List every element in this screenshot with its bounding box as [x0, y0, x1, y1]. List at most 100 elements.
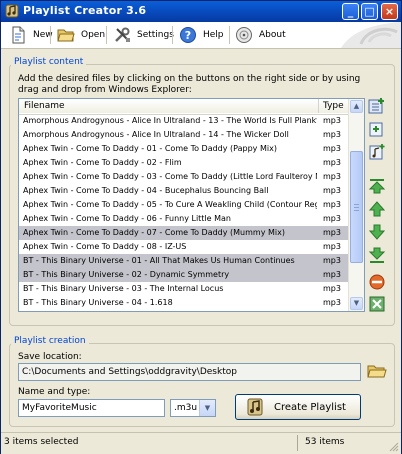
row-type: mp3	[323, 214, 341, 223]
help-text: Add the desired files by clicking on the…	[18, 74, 361, 95]
dropdown-arrow-icon: ▼	[199, 400, 215, 416]
status-bar: 3 items selected 53 items	[1, 432, 401, 454]
settings-tools-icon	[115, 27, 130, 42]
resize-grip-icon[interactable]	[389, 442, 399, 452]
app-icon	[5, 4, 19, 18]
open-button[interactable]: Open	[57, 24, 105, 46]
row-filename: Amorphous Androgynous - Alice In Ultrala…	[23, 116, 317, 125]
row-filename: Aphex Twin - Come To Daddy - 03 - Come T…	[23, 172, 317, 181]
name-type-label: Name and type:	[18, 387, 91, 397]
row-type: mp3	[323, 270, 341, 279]
clear-list-icon[interactable]	[367, 295, 387, 313]
row-type: mp3	[323, 284, 341, 293]
table-row[interactable]: BT - This Binary Universe - 01 - All Tha…	[19, 254, 349, 268]
table-row[interactable]: Aphex Twin - Come To Daddy - 05 - To Cur…	[19, 198, 349, 212]
row-type: mp3	[323, 200, 341, 209]
add-files-icon[interactable]	[367, 97, 387, 115]
row-filename: Aphex Twin - Come To Daddy - 08 - IZ-US	[23, 242, 187, 251]
row-filename: Aphex Twin - Come To Daddy - 07 - Come T…	[23, 228, 285, 237]
close-button[interactable]: ×	[381, 3, 398, 20]
row-type: mp3	[323, 298, 341, 307]
row-type: mp3	[323, 256, 341, 265]
table-row[interactable]: Aphex Twin - Come To Daddy - 01 - Come T…	[19, 142, 349, 156]
row-filename: BT - This Binary Universe - 01 - All Tha…	[23, 256, 295, 265]
playlist-name-field[interactable]: MyFavoriteMusic	[18, 399, 165, 417]
column-header-type[interactable]: Type	[319, 99, 349, 113]
status-divider	[297, 435, 298, 451]
playlist-list[interactable]: Filename Type Amorphous Androgynous - Al…	[18, 98, 365, 312]
vertical-scrollbar[interactable]: ▲ ▼	[348, 99, 364, 311]
toolbar-separator	[229, 26, 230, 44]
move-down-icon[interactable]	[367, 223, 387, 241]
toolbar-separator	[172, 26, 173, 44]
toolbar-separator	[106, 26, 107, 44]
row-filename: BT - This Binary Universe - 02 - Dynamic…	[23, 270, 230, 279]
about-icon	[236, 27, 252, 43]
scroll-up-button[interactable]: ▲	[350, 100, 363, 113]
playlist-icon	[247, 398, 263, 416]
playlist-creation-title: Playlist creation	[11, 336, 89, 346]
row-type: mp3	[323, 228, 341, 237]
row-type: mp3	[323, 130, 341, 139]
table-row[interactable]: Aphex Twin - Come To Daddy - 06 - Funny …	[19, 212, 349, 226]
row-filename: Aphex Twin - Come To Daddy - 04 - Buceph…	[23, 186, 269, 195]
about-button[interactable]: About	[235, 24, 286, 46]
row-type: mp3	[323, 158, 341, 167]
list-header: Filename Type	[19, 99, 349, 115]
row-type: mp3	[323, 186, 341, 195]
move-to-top-icon[interactable]	[367, 177, 387, 195]
scroll-down-button[interactable]: ▼	[350, 297, 363, 310]
remove-icon[interactable]	[367, 273, 387, 291]
playlist-type-select[interactable]: .m3u ▼	[170, 399, 216, 417]
table-row[interactable]: Aphex Twin - Come To Daddy - 03 - Come T…	[19, 170, 349, 184]
row-type: mp3	[323, 116, 341, 125]
new-button[interactable]: New	[9, 24, 53, 46]
row-filename: Aphex Twin - Come To Daddy - 02 - Flim	[23, 158, 182, 167]
help-button[interactable]: ? Help	[179, 24, 224, 46]
table-row[interactable]: BT - This Binary Universe - 02 - Dynamic…	[19, 268, 349, 282]
about-label: About	[259, 30, 286, 40]
table-row[interactable]: Aphex Twin - Come To Daddy - 08 - IZ-US m…	[19, 240, 349, 254]
add-folder-icon[interactable]	[367, 120, 387, 138]
create-playlist-button[interactable]: Create Playlist	[235, 394, 361, 420]
title-bar[interactable]: Playlist Creator 3.6 _ □ ×	[1, 1, 401, 22]
save-location-field[interactable]: C:\Documents and Settings\oddgravity\Des…	[18, 363, 361, 381]
toolbar-separator	[50, 26, 51, 44]
list-rows: Amorphous Androgynous - Alice In Ultrala…	[19, 114, 349, 310]
toolbar: New Open Settings ? Help About	[1, 22, 401, 49]
row-type: mp3	[323, 144, 341, 153]
help-label: Help	[203, 30, 224, 40]
move-to-bottom-icon[interactable]	[367, 246, 387, 264]
settings-label: Settings	[137, 30, 174, 40]
table-row[interactable]: Amorphous Androgynous - Alice In Ultrala…	[19, 128, 349, 142]
row-filename: Aphex Twin - Come To Daddy - 06 - Funny …	[23, 214, 231, 223]
table-row[interactable]: Aphex Twin - Come To Daddy - 02 - Flim mp…	[19, 156, 349, 170]
row-filename: Amorphous Androgynous - Alice In Ultrala…	[23, 130, 289, 139]
row-type: mp3	[323, 242, 341, 251]
help-icon: ?	[180, 27, 196, 43]
table-row[interactable]: Aphex Twin - Come To Daddy - 07 - Come T…	[19, 226, 349, 240]
open-label: Open	[81, 30, 106, 40]
scroll-thumb[interactable]	[350, 151, 363, 263]
playlist-type-value: .m3u	[174, 403, 198, 413]
add-music-icon[interactable]	[367, 143, 387, 161]
row-filename: BT - This Binary Universe - 03 - The Int…	[23, 284, 224, 293]
browse-folder-icon[interactable]	[367, 362, 387, 380]
table-row[interactable]: Aphex Twin - Come To Daddy - 04 - Buceph…	[19, 184, 349, 198]
maximize-button[interactable]: □	[361, 3, 378, 20]
create-playlist-label: Create Playlist	[274, 401, 346, 413]
move-up-icon[interactable]	[367, 200, 387, 218]
minimize-button[interactable]: _	[342, 3, 359, 20]
open-folder-icon	[57, 29, 75, 42]
row-type: mp3	[323, 172, 341, 181]
new-document-icon	[12, 26, 25, 44]
table-row[interactable]: BT - This Binary Universe - 03 - The Int…	[19, 282, 349, 296]
row-filename: BT - This Binary Universe - 04 - 1.618	[23, 298, 173, 307]
selection-status: 3 items selected	[4, 437, 79, 447]
save-location-label: Save location:	[18, 352, 82, 362]
table-row[interactable]: Amorphous Androgynous - Alice In Ultrala…	[19, 114, 349, 128]
table-row[interactable]: BT - This Binary Universe - 04 - 1.618 mp…	[19, 296, 349, 310]
settings-button[interactable]: Settings	[113, 24, 174, 46]
toolbar-decoration	[341, 22, 401, 48]
column-header-filename[interactable]: Filename	[19, 99, 319, 113]
